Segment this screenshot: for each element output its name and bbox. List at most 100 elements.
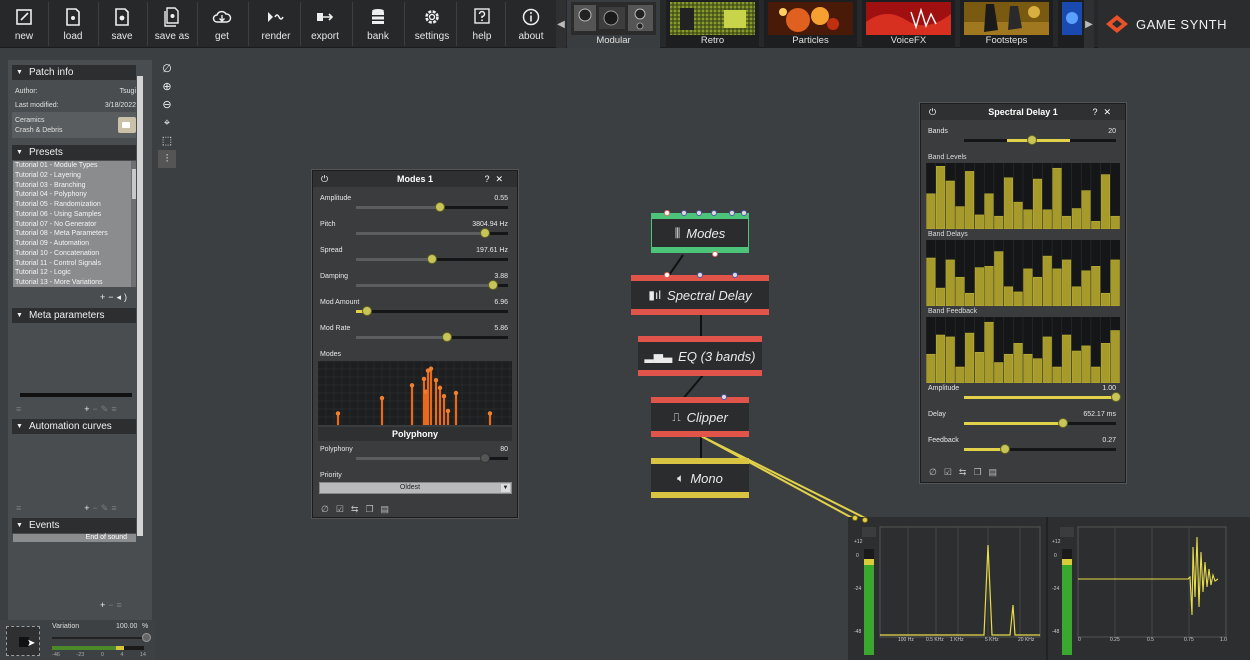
patch-info-header[interactable]: ▼ Patch info: [12, 65, 139, 80]
node-modes[interactable]: ⫼ Modes: [651, 213, 749, 253]
node-spectral-delay[interactable]: ▮ıl Spectral Delay: [631, 275, 769, 315]
add-icon[interactable]: +: [84, 404, 92, 414]
slider-knob[interactable]: [361, 306, 372, 316]
param-mod-amount[interactable]: Mod Amount 6.96: [320, 299, 508, 323]
param-slider[interactable]: [356, 228, 508, 238]
param-slider[interactable]: [356, 332, 508, 342]
add-icon[interactable]: +: [84, 503, 92, 513]
band-feedback-graph[interactable]: [926, 317, 1120, 383]
about-button[interactable]: about: [507, 0, 555, 48]
slider-knob[interactable]: [480, 228, 491, 238]
power-icon[interactable]: ⏻: [321, 171, 328, 187]
tabs-scroll-left-button[interactable]: ◀: [556, 0, 566, 48]
get-button[interactable]: get: [198, 0, 246, 48]
tab-footsteps[interactable]: Footsteps: [960, 0, 1053, 48]
edit-icon[interactable]: ☑: [944, 467, 959, 477]
slider-knob[interactable]: [427, 254, 437, 264]
zoom-out-icon[interactable]: ⊖: [158, 96, 176, 114]
speaker-icon[interactable]: ◂): [117, 292, 131, 302]
priority-select[interactable]: Oldest ▼: [319, 482, 512, 494]
preset-item[interactable]: Tutorial 13 - More Variations: [13, 278, 131, 287]
param-slider[interactable]: [964, 392, 1121, 402]
preset-item[interactable]: Tutorial 06 - Using Samples: [13, 210, 131, 220]
tab-voicefx[interactable]: VoiceFX: [862, 0, 955, 48]
preset-item[interactable]: Tutorial 03 - Branching: [13, 181, 131, 191]
left-panel-scrollbar[interactable]: [136, 60, 144, 620]
band-delays-graph[interactable]: [926, 240, 1120, 306]
param-slider[interactable]: [356, 254, 508, 264]
band-levels-graph[interactable]: [926, 163, 1120, 229]
export-button[interactable]: export: [301, 0, 349, 48]
preset-item[interactable]: Tutorial 09 - Automation: [13, 239, 131, 249]
param-amplitude[interactable]: Amplitude 0.55: [320, 195, 508, 219]
center-view-icon[interactable]: ⌖: [158, 114, 176, 132]
slider-knob[interactable]: [442, 332, 453, 342]
node-mono[interactable]: 🔈︎ Mono: [651, 458, 749, 498]
presets-list[interactable]: Tutorial 01 - Module Types Tutorial 02 - …: [13, 161, 131, 287]
tab-particles[interactable]: Particles: [764, 0, 857, 48]
param-delay[interactable]: Delay 652.17 ms: [928, 411, 1116, 435]
tab-more-partial[interactable]: [1058, 0, 1084, 48]
preset-item[interactable]: Tutorial 02 - Layering: [13, 171, 131, 181]
preset-item[interactable]: Tutorial 07 - No Generator: [13, 220, 131, 230]
edit-icon[interactable]: ☑: [336, 504, 351, 514]
param-slider[interactable]: [356, 306, 508, 316]
save-button[interactable]: save: [98, 0, 146, 48]
swap-icon[interactable]: ⇆: [959, 467, 974, 477]
param-slider[interactable]: [964, 418, 1116, 428]
events-header[interactable]: ▼ Events: [12, 518, 139, 533]
param-spread[interactable]: Spread 197.61 Hz: [320, 247, 508, 271]
slider-knob[interactable]: [434, 202, 445, 212]
preset-item[interactable]: Tutorial 08 - Meta Parameters: [13, 229, 131, 239]
param-slider[interactable]: [964, 444, 1116, 454]
select-frame-icon[interactable]: ⬚: [158, 132, 176, 150]
modes-spectrum[interactable]: [318, 361, 512, 425]
swap-icon[interactable]: ⇆: [351, 504, 366, 514]
copy-icon[interactable]: ❐: [973, 467, 988, 477]
patch-thumbnail-icon[interactable]: [118, 117, 136, 133]
settings-button[interactable]: settings: [408, 0, 456, 48]
slider-knob[interactable]: [487, 280, 498, 290]
node-eq-3-bands[interactable]: ▂▅▃ EQ (3 bands): [638, 336, 762, 376]
power-icon[interactable]: ⏻: [929, 104, 936, 120]
preset-item[interactable]: Tutorial 10 - Concatenation: [13, 249, 131, 259]
variation-knob[interactable]: [142, 633, 151, 642]
paste-icon[interactable]: ▤: [381, 504, 397, 514]
param-slider[interactable]: [356, 453, 508, 463]
tree-layout-icon[interactable]: ⫶: [158, 150, 176, 168]
new-button[interactable]: new: [0, 0, 48, 48]
param-pitch[interactable]: Pitch 3804.94 Hz: [320, 221, 508, 245]
param-mod-rate[interactable]: Mod Rate 5.86: [320, 325, 508, 349]
param-feedback[interactable]: Feedback 0.27: [928, 437, 1116, 461]
param-damping[interactable]: Damping 3.88: [320, 273, 508, 297]
help-icon[interactable]: ?: [1092, 107, 1103, 117]
preset-item[interactable]: Tutorial 11 - Control Signals: [13, 259, 131, 269]
remove-icon[interactable]: −: [108, 292, 116, 302]
slider-knob[interactable]: [480, 453, 491, 463]
slider-knob[interactable]: [1057, 418, 1068, 428]
disable-icon[interactable]: ∅: [929, 467, 944, 477]
preset-item[interactable]: Tutorial 05 - Randomization: [13, 200, 131, 210]
node-clipper[interactable]: ⎍ Clipper: [651, 397, 749, 437]
load-button[interactable]: load: [49, 0, 97, 48]
close-icon[interactable]: ✕: [495, 174, 509, 184]
close-icon[interactable]: ✕: [1103, 107, 1117, 117]
paste-icon[interactable]: ▤: [989, 467, 1005, 477]
bank-button[interactable]: bank: [354, 0, 402, 48]
preset-item[interactable]: Tutorial 12 - Logic: [13, 268, 131, 278]
copy-icon[interactable]: ❐: [365, 504, 380, 514]
help-button[interactable]: help: [458, 0, 506, 48]
param-slider[interactable]: [356, 202, 508, 212]
disable-icon[interactable]: ∅: [321, 504, 336, 514]
preset-item[interactable]: Tutorial 04 - Polyphony: [13, 190, 131, 200]
zoom-in-icon[interactable]: ⊕: [158, 78, 176, 96]
save-as-button[interactable]: save as: [148, 0, 196, 48]
tabs-scroll-right-button[interactable]: ▶: [1084, 0, 1094, 48]
disable-icon[interactable]: ∅: [158, 60, 176, 78]
slider-knob[interactable]: [1000, 444, 1011, 454]
tab-modular[interactable]: Modular: [567, 0, 660, 48]
param-polyphony[interactable]: Polyphony 80: [320, 446, 508, 470]
help-icon[interactable]: ?: [484, 174, 495, 184]
tab-retro[interactable]: Retro: [666, 0, 759, 48]
event-item[interactable]: End of sound: [13, 534, 139, 542]
